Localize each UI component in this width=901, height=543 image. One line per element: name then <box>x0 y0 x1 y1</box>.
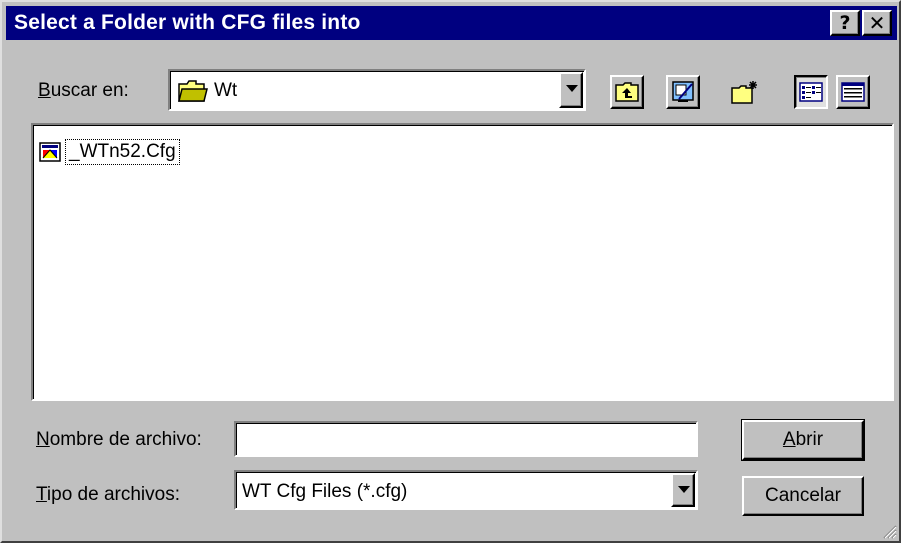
look-in-dropdown-button[interactable] <box>559 72 583 108</box>
desktop-button[interactable] <box>666 75 700 109</box>
cfg-file-icon <box>39 142 61 162</box>
file-name-input[interactable] <box>234 421 698 457</box>
up-one-level-button[interactable] <box>610 75 644 109</box>
desktop-icon <box>672 81 694 102</box>
title-bar[interactable]: Select a Folder with CFG files into ? ✕ <box>6 6 897 40</box>
resize-grip-icon[interactable] <box>881 523 897 539</box>
chevron-down-icon <box>566 85 578 92</box>
file-name-label: Nombre de archivo: <box>36 429 202 450</box>
look-in-value: Wt <box>214 80 238 101</box>
folder-icon <box>178 80 208 102</box>
open-button[interactable]: Abrir <box>741 419 865 461</box>
list-view-icon <box>799 82 823 102</box>
window-title: Select a Folder with CFG files into <box>14 11 361 34</box>
new-folder-button[interactable] <box>727 75 761 109</box>
close-button[interactable]: ✕ <box>862 10 892 36</box>
file-type-dropdown[interactable]: WT Cfg Files (*.cfg) <box>234 470 698 510</box>
up-one-level-icon <box>615 82 639 102</box>
file-type-label: Tipo de archivos: <box>36 484 180 505</box>
help-button[interactable]: ? <box>830 10 860 36</box>
list-view-button[interactable] <box>794 75 828 109</box>
file-type-value: WT Cfg Files (*.cfg) <box>242 481 408 502</box>
cancel-button[interactable]: Cancelar <box>742 476 864 516</box>
chevron-down-icon <box>678 486 690 493</box>
file-dialog: Select a Folder with CFG files into ? ✕ … <box>0 0 901 543</box>
new-folder-icon <box>731 81 757 104</box>
file-name-label: _WTn52.Cfg <box>65 139 180 165</box>
file-list[interactable]: _WTn52.Cfg <box>31 123 894 401</box>
look-in-label: Buscar en: <box>38 80 129 101</box>
details-view-icon <box>841 82 865 102</box>
details-view-button[interactable] <box>836 75 870 109</box>
file-type-dropdown-button[interactable] <box>671 473 695 507</box>
look-in-dropdown[interactable]: Wt <box>168 69 586 111</box>
